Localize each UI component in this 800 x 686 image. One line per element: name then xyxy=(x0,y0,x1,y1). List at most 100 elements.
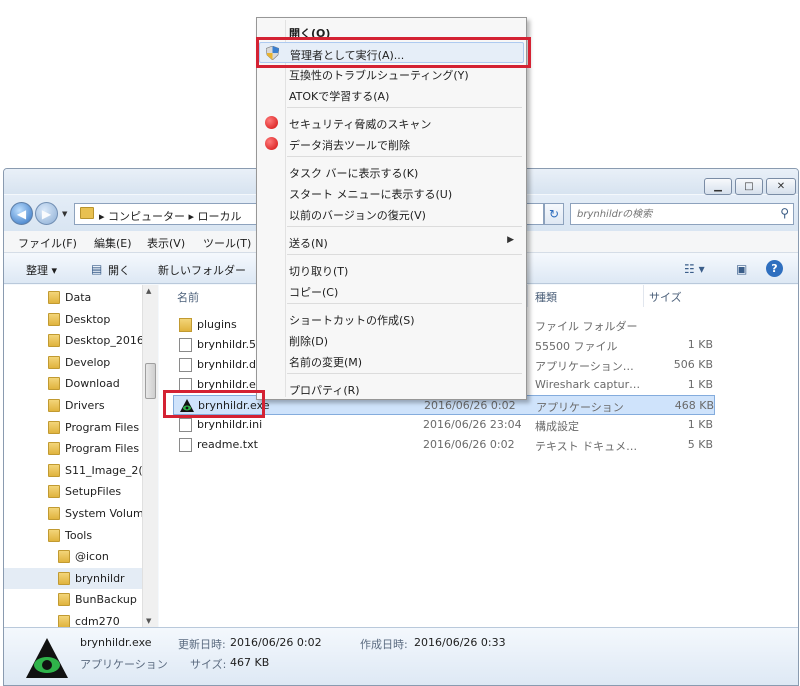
column-header-name[interactable]: 名前 xyxy=(177,289,199,305)
search-box[interactable]: ⚲ xyxy=(570,203,794,225)
menu-file[interactable]: ファイル(F) xyxy=(18,235,77,251)
column-header-size[interactable]: サイズ xyxy=(649,289,682,305)
context-menu-label: セキュリティ脅威のスキャン xyxy=(289,118,432,131)
context-menu-item[interactable]: 開く(O) xyxy=(259,21,524,42)
context-menu-item[interactable]: 削除(D) xyxy=(259,329,524,350)
scroll-thumb[interactable] xyxy=(145,363,156,399)
search-input[interactable] xyxy=(571,204,771,224)
file-icon xyxy=(179,338,192,352)
context-menu-item[interactable]: 管理者として実行(A)... xyxy=(259,42,524,63)
folder-icon xyxy=(48,485,60,499)
submenu-arrow-icon: ▶ xyxy=(507,235,514,245)
context-menu-item[interactable]: 以前のバージョンの復元(V) xyxy=(259,203,524,224)
organize-button[interactable]: 整理 ▾ xyxy=(26,262,57,278)
scroll-down-icon[interactable]: ▼ xyxy=(146,617,151,625)
context-menu: 開く(O) 管理者として実行(A)... 互換性のトラブルシューティング(Y) ATO… xyxy=(256,17,527,400)
tree-item[interactable]: Desktop_2016 xyxy=(4,330,144,351)
tree-item[interactable]: S11_Image_2( xyxy=(4,460,143,481)
recent-pages-chevron-icon[interactable]: ▼ xyxy=(62,210,67,218)
refresh-button[interactable]: ↻ xyxy=(544,203,564,225)
context-menu-item[interactable]: 送る(N) ▶ xyxy=(259,231,524,252)
context-menu-item[interactable]: ショートカットの作成(S) xyxy=(259,308,524,329)
menu-separator xyxy=(287,303,522,304)
tree-item[interactable]: Data xyxy=(4,287,142,308)
view-options-icon[interactable]: ☷ ▾ xyxy=(684,262,705,276)
close-button[interactable]: ✕ xyxy=(766,178,796,195)
scroll-up-icon[interactable]: ▲ xyxy=(146,287,151,295)
file-icon xyxy=(179,358,192,372)
minimize-button[interactable]: ▁ xyxy=(704,178,732,195)
file-type: アプリケーション xyxy=(536,401,624,414)
tree-item[interactable]: Program Files xyxy=(4,438,142,459)
tree-item[interactable]: Develop xyxy=(4,352,142,373)
menu-view[interactable]: 表示(V) xyxy=(147,235,185,251)
context-menu-item[interactable]: スタート メニューに表示する(U) xyxy=(259,182,524,203)
context-menu-item[interactable]: ATOKで学習する(A) xyxy=(259,84,524,105)
menu-separator xyxy=(287,107,522,108)
maximize-button[interactable]: □ xyxy=(735,178,763,195)
tree-item[interactable]: SetupFiles xyxy=(4,481,142,502)
tree-item-label: Desktop_2016 xyxy=(65,334,144,348)
tree-item[interactable]: System Volume xyxy=(4,503,150,524)
details-modified-label: 更新日時: xyxy=(178,638,226,651)
tree-item-label: Tools xyxy=(65,528,93,542)
back-button[interactable]: ◀ xyxy=(10,202,33,225)
tree-item[interactable]: Program Files xyxy=(4,417,142,438)
details-modified-value: 2016/06/26 0:02 xyxy=(230,636,322,649)
search-icon[interactable]: ⚲ xyxy=(780,206,789,220)
file-name: brynhildr.dll xyxy=(197,358,263,371)
menu-edit[interactable]: 編集(E) xyxy=(94,235,132,251)
table-row[interactable]: readme.txt 2016/06/26 0:02 テキスト ドキュメ… 5 KB xyxy=(173,435,715,455)
tree-item[interactable]: BunBackup xyxy=(4,589,142,610)
tree-item-label: @icon xyxy=(75,550,109,564)
file-icon xyxy=(179,438,192,452)
details-file-type: アプリケーション xyxy=(80,658,168,671)
table-row[interactable]: brynhildr.ini 2016/06/26 23:04 構成設定 1 KB xyxy=(173,415,715,435)
context-menu-item[interactable]: 互換性のトラブルシューティング(Y) xyxy=(259,63,524,84)
file-type: Wireshark captur… xyxy=(535,378,641,391)
details-size-label: サイズ: xyxy=(190,658,227,671)
context-menu-label: 送る(N) xyxy=(289,237,328,250)
context-menu-item[interactable]: プロパティ(R) xyxy=(259,378,524,399)
tree-item[interactable]: brynhildr xyxy=(4,567,142,589)
file-date: 2016/06/26 0:02 xyxy=(423,438,515,451)
tree-item-label: Drivers xyxy=(65,399,105,412)
file-size: 1 KB xyxy=(687,418,713,431)
tree-item-label: SetupFiles xyxy=(65,485,122,499)
tree-item-label: Program Files xyxy=(65,420,140,434)
context-menu-item[interactable]: コピー(C) xyxy=(259,280,524,301)
preview-pane-icon[interactable]: ▣ xyxy=(736,262,747,276)
forward-button[interactable]: ▶ xyxy=(35,202,58,225)
tree-item[interactable]: Drivers xyxy=(4,395,142,416)
context-menu-item[interactable]: データ消去ツールで削除 xyxy=(259,133,524,154)
brynhildr-eye-icon xyxy=(26,638,68,678)
tree-item-label: System Volume xyxy=(65,507,151,520)
context-menu-label: スタート メニューに表示する(U) xyxy=(289,188,453,201)
column-separator[interactable] xyxy=(527,285,528,307)
nav-scrollbar[interactable]: ▲ ▼ xyxy=(142,285,158,627)
context-menu-label: タスク バーに表示する(K) xyxy=(289,167,419,180)
menu-separator xyxy=(287,254,522,255)
tree-item[interactable]: Download xyxy=(4,373,142,394)
tree-item[interactable]: Desktop xyxy=(4,309,142,330)
column-separator[interactable] xyxy=(643,285,644,307)
context-menu-item[interactable]: セキュリティ脅威のスキャン xyxy=(259,112,524,133)
menu-tools[interactable]: ツール(T) xyxy=(203,235,251,251)
new-folder-button[interactable]: 新しいフォルダー xyxy=(158,262,246,278)
tree-item-label: brynhildr xyxy=(75,571,125,585)
context-menu-label: コピー(C) xyxy=(289,286,339,299)
file-icon xyxy=(179,378,192,392)
tree-item[interactable]: @icon xyxy=(4,546,142,567)
context-menu-item[interactable]: タスク バーに表示する(K) xyxy=(259,161,524,182)
file-size: 468 KB xyxy=(674,399,714,412)
context-menu-item[interactable]: 切り取り(T) xyxy=(259,259,524,280)
help-icon[interactable]: ? xyxy=(766,260,783,277)
folder-icon xyxy=(48,507,60,520)
column-header-type[interactable]: 種類 xyxy=(535,289,557,305)
tree-item[interactable]: Tools xyxy=(4,525,142,546)
uac-shield-icon xyxy=(266,46,279,60)
context-menu-label: ATOKで学習する(A) xyxy=(289,90,390,103)
folder-icon xyxy=(58,571,70,585)
context-menu-item[interactable]: 名前の変更(M) xyxy=(259,350,524,371)
open-button[interactable]: 開く xyxy=(108,262,130,278)
